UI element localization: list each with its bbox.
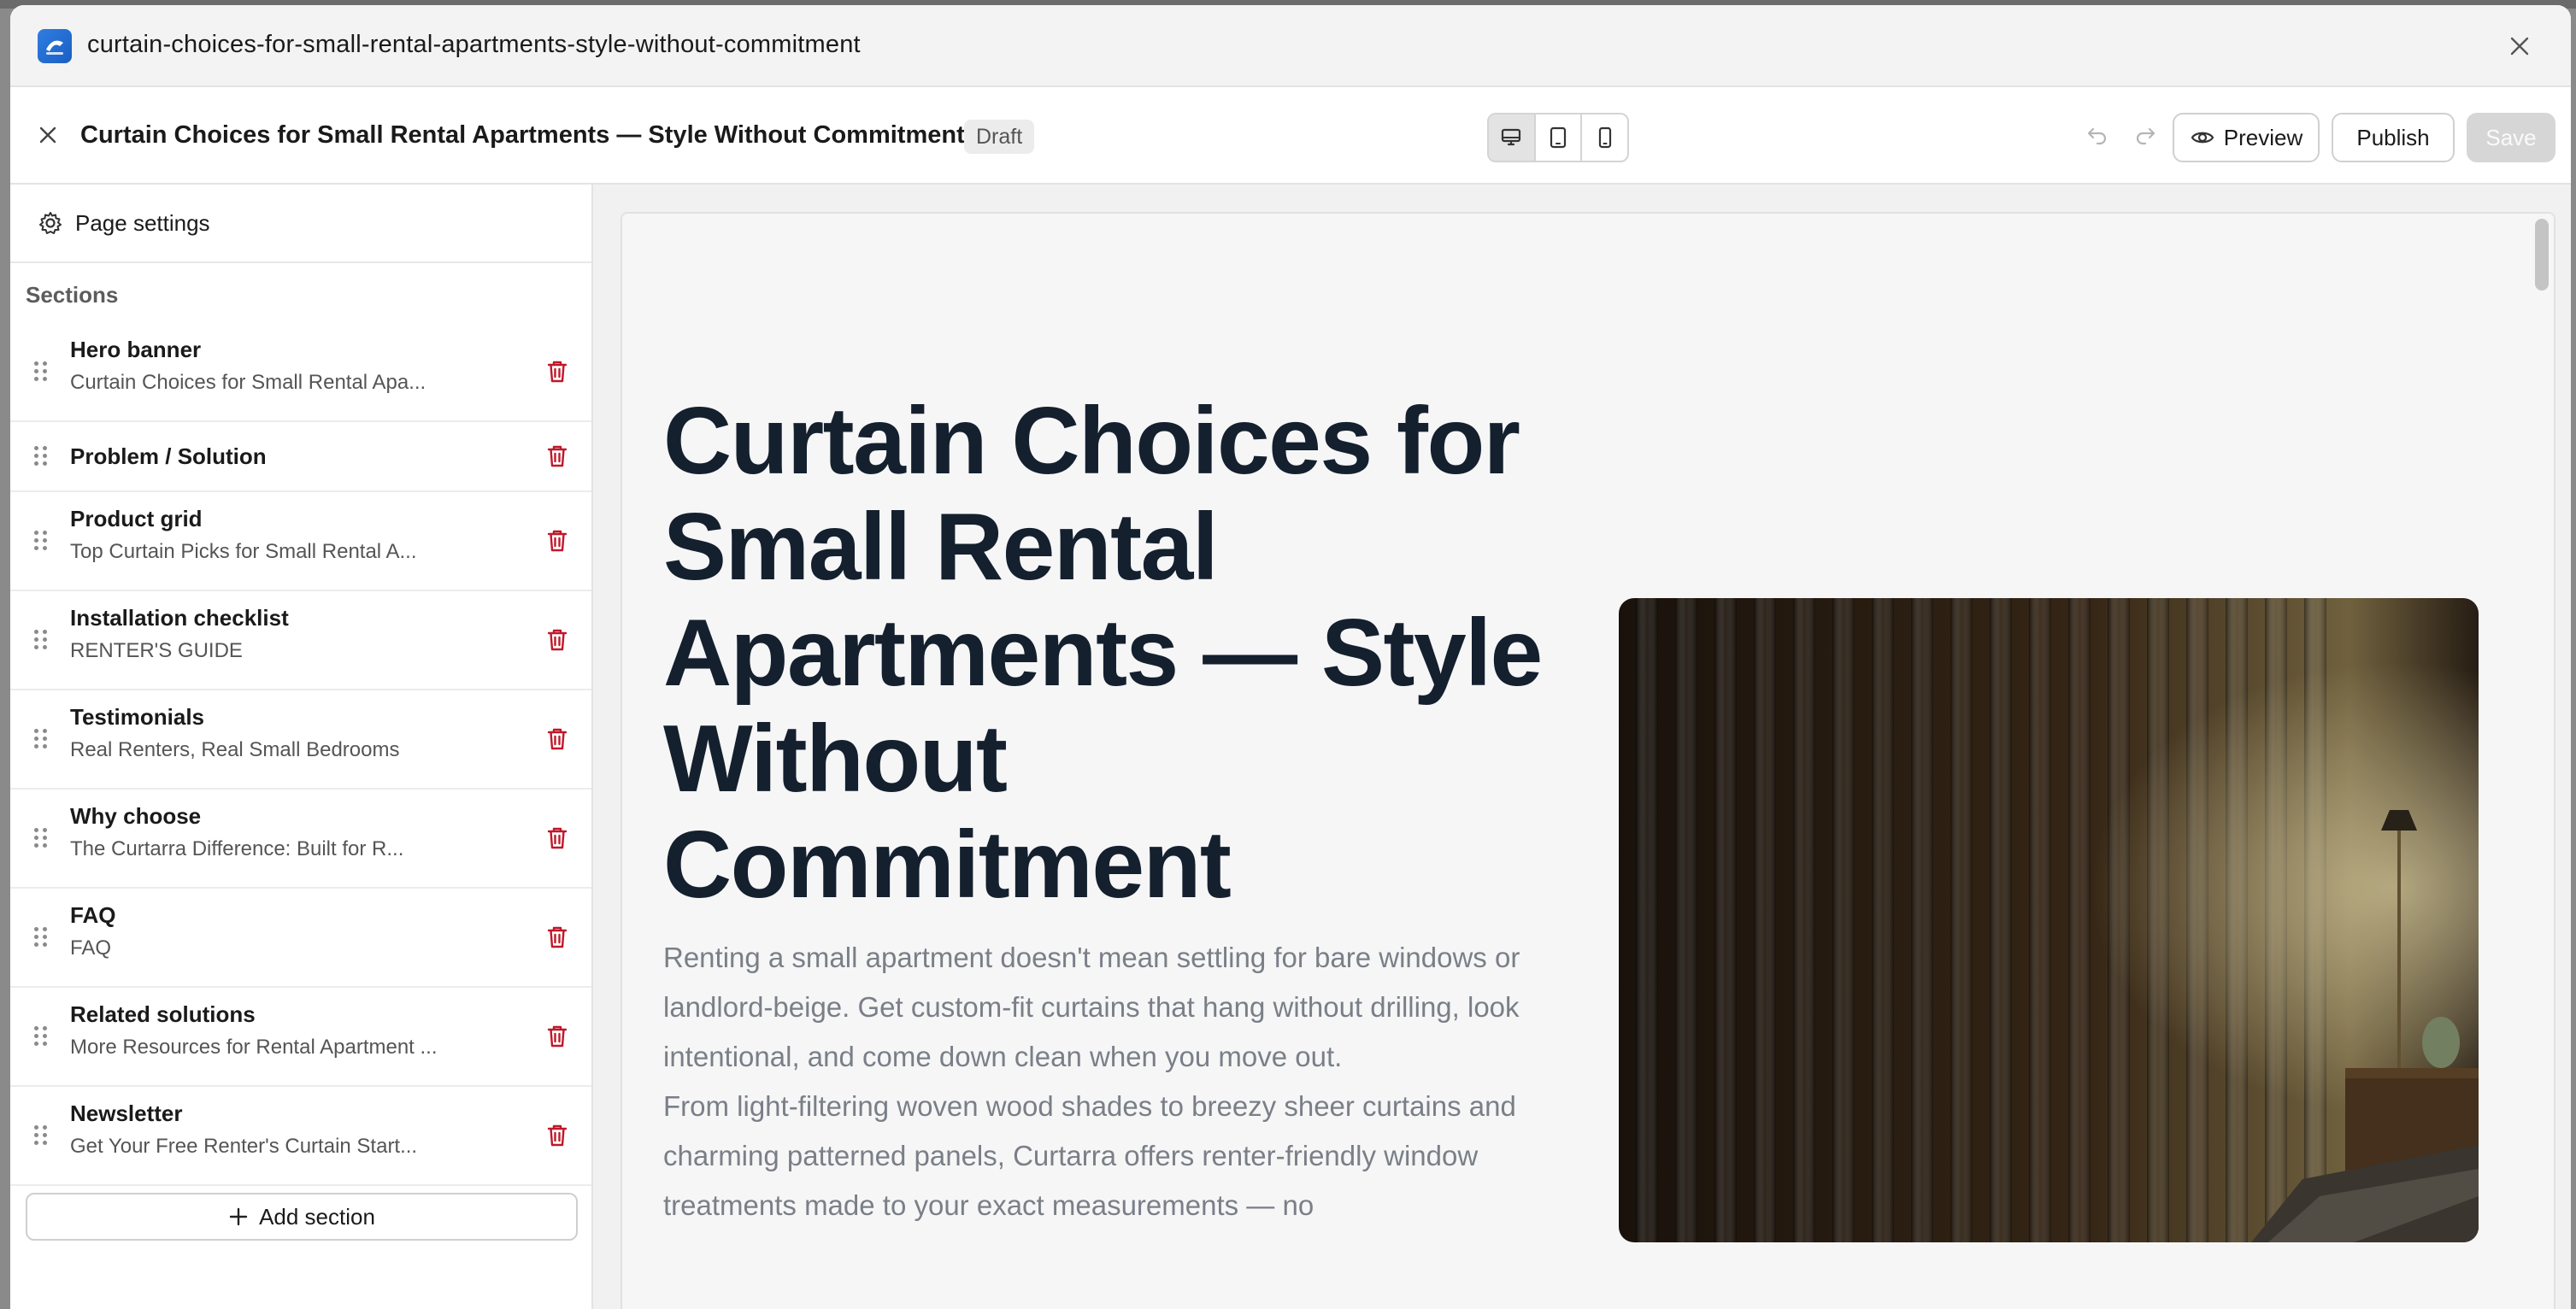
hero-paragraph-1: Renting a small apartment doesn't mean s…	[663, 942, 1520, 1072]
section-item-newsletter[interactable]: Newsletter Get Your Free Renter's Curtai…	[10, 1087, 591, 1186]
close-editor-icon[interactable]	[32, 120, 63, 150]
section-item-problem-solution[interactable]: Problem / Solution	[10, 422, 591, 492]
trash-icon[interactable]	[540, 722, 574, 756]
section-title: Installation checklist	[70, 605, 289, 631]
hero-heading: Curtain Choices for Small Rental Apartme…	[663, 388, 1543, 918]
undo-icon[interactable]	[2080, 118, 2114, 152]
sections-sidebar: Page settings Sections Hero banner Curta…	[10, 185, 593, 1309]
desktop-icon	[1502, 128, 1521, 146]
preview-area: Curtain Choices for Small Rental Apartme…	[593, 185, 2571, 1309]
drag-handle-icon[interactable]	[34, 1125, 48, 1146]
page-title: Curtain Choices for Small Rental Apartme…	[80, 121, 965, 149]
preview-button[interactable]: Preview	[2173, 113, 2320, 162]
page-settings-label: Page settings	[75, 209, 210, 236]
section-subtitle: The Curtarra Difference: Built for R...	[70, 837, 404, 860]
section-item-testimonials[interactable]: Testimonials Real Renters, Real Small Be…	[10, 690, 591, 790]
trash-icon[interactable]	[540, 524, 574, 558]
plus-icon	[229, 1207, 248, 1226]
publish-button[interactable]: Publish	[2332, 113, 2455, 162]
section-title: Related solutions	[70, 1001, 256, 1027]
section-title: Hero banner	[70, 337, 202, 362]
eye-icon	[2191, 132, 2214, 144]
mobile-icon	[1598, 126, 1611, 149]
add-section-label: Add section	[259, 1203, 375, 1230]
trash-icon[interactable]	[540, 355, 574, 389]
app-logo-icon	[38, 29, 72, 63]
page-preview-canvas[interactable]: Curtain Choices for Small Rental Apartme…	[620, 212, 2555, 1309]
trash-icon[interactable]	[540, 821, 574, 855]
section-subtitle: Real Renters, Real Small Bedrooms	[70, 738, 400, 761]
drag-handle-icon[interactable]	[34, 361, 48, 382]
section-item-faq[interactable]: FAQ FAQ	[10, 889, 591, 988]
section-subtitle: More Resources for Rental Apartment ...	[70, 1036, 438, 1059]
trash-icon[interactable]	[540, 623, 574, 657]
trash-icon[interactable]	[540, 920, 574, 954]
trash-icon[interactable]	[540, 1019, 574, 1054]
add-section-button[interactable]: Add section	[26, 1193, 578, 1241]
section-subtitle: Top Curtain Picks for Small Rental A...	[70, 540, 417, 563]
window-titlebar: curtain-choices-for-small-rental-apartme…	[10, 5, 2571, 87]
tablet-icon	[1550, 126, 1567, 149]
section-item-product-grid[interactable]: Product grid Top Curtain Picks for Small…	[10, 492, 591, 591]
tablet-view-button[interactable]	[1536, 114, 1583, 161]
status-badge: Draft	[964, 120, 1035, 154]
save-button[interactable]: Save	[2467, 113, 2555, 162]
section-subtitle: Get Your Free Renter's Curtain Start...	[70, 1135, 418, 1158]
section-list: Hero banner Curtain Choices for Small Re…	[10, 323, 591, 1186]
drag-handle-icon[interactable]	[34, 1026, 48, 1047]
redo-icon[interactable]	[2128, 118, 2162, 152]
close-icon[interactable]	[2502, 29, 2537, 63]
section-title: Testimonials	[70, 704, 205, 730]
trash-icon[interactable]	[540, 1118, 574, 1153]
hero-paragraph-2: From light-filtering woven wood shades t…	[663, 1090, 1516, 1221]
section-item-installation-checklist[interactable]: Installation checklist RENTER'S GUIDE	[10, 591, 591, 690]
section-title: FAQ	[70, 902, 116, 928]
section-subtitle: RENTER'S GUIDE	[70, 639, 243, 662]
section-title: Why choose	[70, 803, 202, 829]
section-title: Problem / Solution	[70, 443, 267, 469]
sections-heading: Sections	[26, 282, 119, 308]
mobile-view-button[interactable]	[1582, 114, 1627, 161]
section-title: Newsletter	[70, 1101, 183, 1126]
hero-body: Renting a small apartment doesn't mean s…	[663, 933, 1535, 1230]
hero-image	[1619, 598, 2479, 1242]
section-subtitle: Curtain Choices for Small Rental Apa...	[70, 371, 426, 394]
editor-header: Curtain Choices for Small Rental Apartme…	[10, 87, 2571, 185]
drag-handle-icon[interactable]	[34, 630, 48, 650]
trash-icon[interactable]	[540, 439, 574, 473]
section-item-related-solutions[interactable]: Related solutions More Resources for Ren…	[10, 988, 591, 1087]
page-settings-button[interactable]: Page settings	[10, 185, 591, 263]
window-title: curtain-choices-for-small-rental-apartme…	[87, 31, 861, 58]
drag-handle-icon[interactable]	[34, 531, 48, 551]
section-title: Product grid	[70, 506, 203, 531]
gear-icon	[39, 212, 62, 234]
drag-handle-icon[interactable]	[34, 828, 48, 848]
section-item-hero-banner[interactable]: Hero banner Curtain Choices for Small Re…	[10, 323, 591, 422]
section-item-why-choose[interactable]: Why choose The Curtarra Difference: Buil…	[10, 790, 591, 889]
preview-scrollbar[interactable]	[2528, 214, 2554, 1309]
desktop-view-button[interactable]	[1489, 114, 1536, 161]
editor-modal: curtain-choices-for-small-rental-apartme…	[10, 5, 2571, 1309]
drag-handle-icon[interactable]	[34, 446, 48, 467]
scrollbar-thumb[interactable]	[2535, 219, 2549, 291]
section-subtitle: FAQ	[70, 936, 112, 960]
device-toggle	[1487, 113, 1629, 162]
drag-handle-icon[interactable]	[34, 729, 48, 749]
drag-handle-icon[interactable]	[34, 927, 48, 948]
preview-label: Preview	[2223, 124, 2303, 150]
